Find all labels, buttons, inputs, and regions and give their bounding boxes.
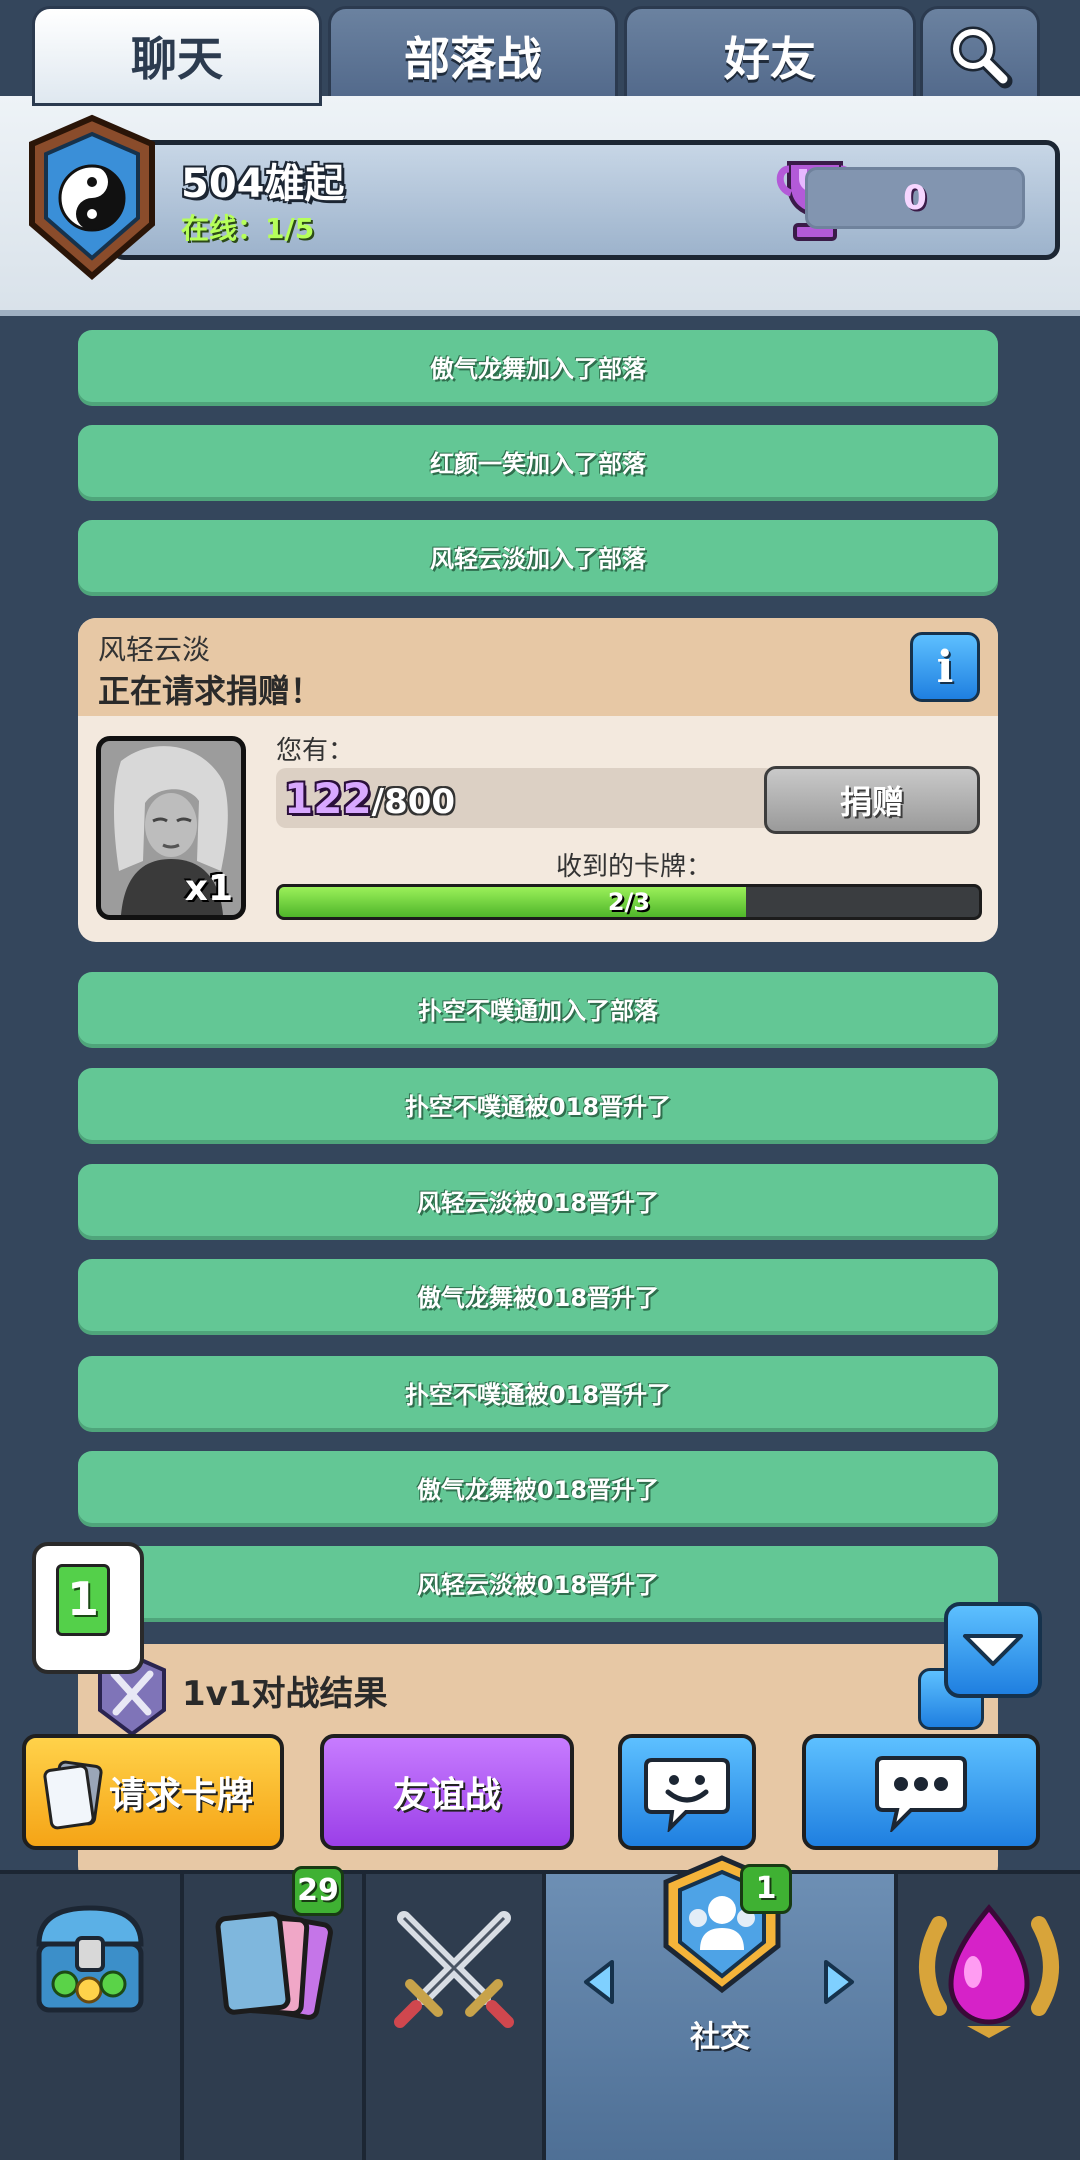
donation-request-card: 风轻云淡 正在请求捐赠！ i x1 您有： 122/800 捐赠 收到的卡牌： [78,618,998,942]
clan-badge-icon [29,114,155,280]
system-message: 风轻云淡被018晋升了 [78,1546,998,1618]
emote-chat-icon [644,1758,730,1832]
system-message: 红颜一笑加入了部落 [78,425,998,497]
elixir-drop-laurel-icon [919,1904,1059,2038]
requested-card-image: x1 [96,736,246,920]
clan-trophy-count: 0 [805,167,1025,229]
clan-name: 504雄起 [181,161,345,207]
emote-button[interactable] [618,1734,756,1850]
card-count: x1 [184,868,233,909]
owned-cards-bar: 122/800 [276,768,776,828]
notification-count: 1 [56,1564,110,1636]
required-value: /800 [371,782,456,822]
received-progress-bar: 2/3 [276,884,982,920]
card-deck-icon [215,1911,333,2020]
donate-button-label: 捐赠 [839,783,904,821]
clan-header[interactable]: 504雄起 在线：1/5 0 [0,96,1080,316]
arrow-left-icon [584,1960,614,2004]
received-cards-label: 收到的卡牌： [556,852,713,882]
donate-button[interactable]: 捐赠 [764,766,980,834]
owned-value: 122 [284,774,372,823]
social-label: 社交 [690,2020,750,2055]
system-message: 傲气龙舞被018晋升了 [78,1259,998,1331]
nav-battle[interactable] [366,1874,546,2160]
chevron-down-icon [963,1634,1023,1666]
chat-bubble-icon [875,1756,967,1832]
social-badge: 1 [740,1864,792,1914]
system-message: 傲气龙舞被018晋升了 [78,1451,998,1523]
system-message: 傲气龙舞加入了部落 [78,330,998,402]
arrow-right-icon [824,1960,854,2004]
owned-card-count: 122/800 [284,774,455,823]
request-cards-label: 请求卡牌 [108,1775,253,1816]
bottom-navigation: 29 1 社交 [0,1855,1080,2160]
request-cards-button[interactable]: 请求卡牌 [22,1734,284,1850]
nav-events[interactable] [898,1874,1080,2160]
nav-social[interactable]: 1 社交 [546,1855,898,2160]
you-have-label: 您有： [276,736,355,766]
chat-input-button[interactable] [802,1734,1040,1850]
donation-request-text: 正在请求捐赠！ [98,672,323,710]
friendly-battle-button[interactable]: 友谊战 [320,1734,574,1850]
clan-online-count: 在线：1/5 [181,212,315,245]
treasure-chest-icon [36,1905,144,2013]
system-message: 扑空不噗通加入了部落 [78,972,998,1044]
cards-badge: 29 [292,1866,344,1916]
system-message: 扑空不噗通被018晋升了 [78,1356,998,1428]
nav-shop[interactable] [0,1874,184,2160]
info-button[interactable]: i [910,632,980,702]
battle-result-title: 1v1对战结果 [182,1674,388,1714]
system-message: 风轻云淡加入了部落 [78,520,998,592]
received-progress-text: 2/3 [607,888,651,916]
requesting-user-name: 风轻云淡 [98,633,211,666]
tab-chat-label: 聊天 [131,32,223,86]
donation-header: 风轻云淡 正在请求捐赠！ i [78,618,998,716]
unread-notification-bubble[interactable]: 1 [32,1542,144,1674]
nav-cards[interactable]: 29 [184,1866,366,2160]
card-request-icon [43,1760,103,1830]
clan-info-bar: 504雄起 在线：1/5 0 [110,140,1060,260]
system-message: 风轻云淡被018晋升了 [78,1164,998,1236]
scroll-to-bottom-button[interactable] [944,1602,1042,1698]
crossed-swords-icon [394,1911,514,2028]
friendly-battle-label: 友谊战 [392,1775,501,1816]
tab-chat[interactable]: 聊天 [32,6,322,106]
trophy-value: 0 [903,178,927,218]
system-message: 扑空不噗通被018晋升了 [78,1068,998,1140]
info-icon: i [936,641,954,693]
